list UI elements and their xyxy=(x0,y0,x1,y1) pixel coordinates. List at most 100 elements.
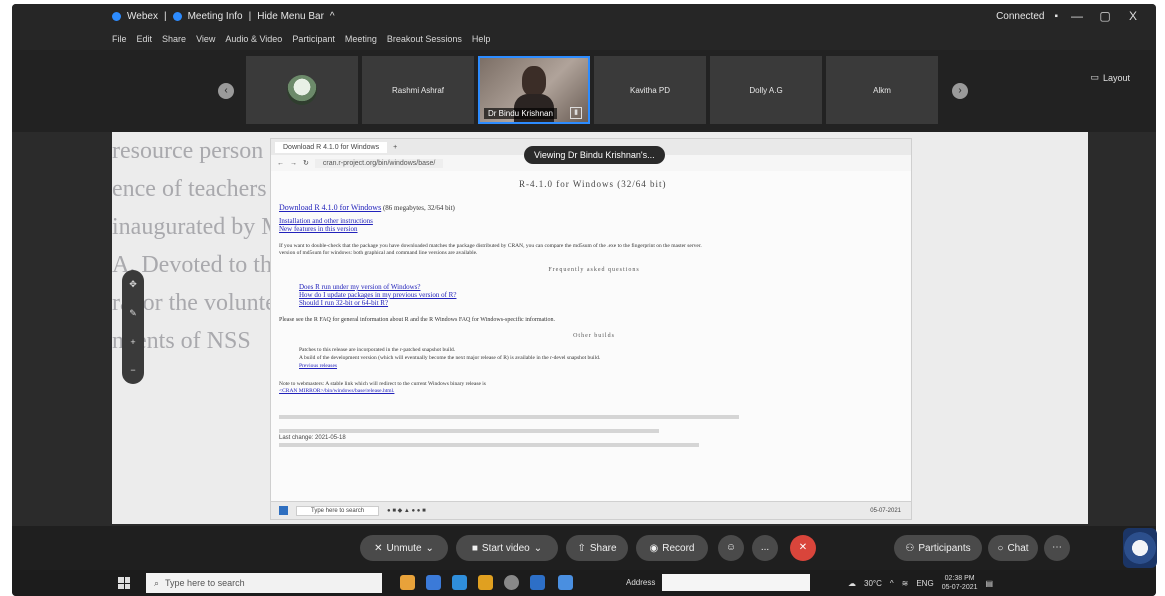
connection-status[interactable]: Connected xyxy=(996,11,1044,22)
meeting-info-button[interactable]: Meeting Info xyxy=(188,11,243,22)
participant-name: Rashmi Ashraf xyxy=(391,85,445,95)
word-icon[interactable] xyxy=(530,575,545,590)
menu-audio-video[interactable]: Audio & Video xyxy=(225,34,282,44)
weather-icon: ☁ xyxy=(848,578,856,588)
end-meeting-button[interactable]: ✕ xyxy=(790,535,816,561)
build-item[interactable]: Patches to this release are incorporated… xyxy=(299,347,455,353)
participant-name: Alkm xyxy=(873,85,891,95)
participant-strip: ‹ Rashmi Ashraf Dr Bindu Krishnan ▮ Kavi… xyxy=(12,50,1156,132)
back-icon[interactable]: ← xyxy=(277,160,284,167)
menu-breakout-sessions[interactable]: Breakout Sessions xyxy=(387,34,462,44)
webex-window: Webex | Meeting Info | Hide Menu Bar ^ C… xyxy=(12,4,1156,596)
other-builds-heading: Other builds xyxy=(573,333,615,339)
next-participants-button[interactable]: › xyxy=(952,83,968,99)
participant-tile[interactable]: Dolly A.G xyxy=(710,56,822,124)
file-explorer-icon[interactable] xyxy=(452,575,467,590)
chevron-down-icon[interactable]: ⌄ xyxy=(426,543,434,554)
faq-heading: Frequently asked questions xyxy=(548,267,640,273)
shared-screen: resource person and all the participants… xyxy=(112,132,1088,524)
faq-link[interactable]: Does R run under my version of Windows? xyxy=(299,283,421,291)
vlc-icon[interactable] xyxy=(478,575,493,590)
share-button[interactable]: ⇧ Share xyxy=(566,535,628,561)
layout-icon: ▭ xyxy=(1090,72,1099,82)
url-field[interactable]: cran.r-project.org/bin/windows/base/ xyxy=(314,158,444,168)
hide-menu-bar-button[interactable]: Hide Menu Bar xyxy=(257,11,324,22)
webex-taskbar-icon[interactable] xyxy=(558,575,573,590)
previous-participants-button[interactable]: ‹ xyxy=(218,83,234,99)
start-video-button[interactable]: ■ Start video ⌄ xyxy=(456,535,558,561)
last-change-text: Last change: 2021-05-18 xyxy=(279,435,346,441)
college-emblem xyxy=(1123,528,1157,568)
notification-icon[interactable]: ▤ xyxy=(986,579,994,588)
participants-button[interactable]: ⚇ Participants xyxy=(894,535,982,561)
pen-icon[interactable]: ✎ xyxy=(129,308,137,319)
reload-icon[interactable]: ↻ xyxy=(303,159,309,167)
close-button[interactable]: X xyxy=(1124,9,1142,23)
menu-participant[interactable]: Participant xyxy=(292,34,335,44)
webmaster-note: Note to webmasters: A stable link which … xyxy=(279,381,486,387)
app-icon[interactable] xyxy=(504,575,519,590)
windows-start-button[interactable] xyxy=(118,577,130,589)
unmute-button[interactable]: ✕ Unmute ⌄ xyxy=(360,535,448,561)
info-icon xyxy=(172,11,182,21)
maximize-button[interactable]: ▢ xyxy=(1096,9,1114,23)
menu-meeting[interactable]: Meeting xyxy=(345,34,377,44)
zoom-in-icon[interactable]: + xyxy=(130,337,135,347)
faq-info-text: Please see the R FAQ for general informa… xyxy=(279,317,556,323)
share-icon: ⇧ xyxy=(577,542,586,554)
participant-tile-active[interactable]: Dr Bindu Krishnan ▮ xyxy=(478,56,590,124)
new-tab-icon[interactable]: + xyxy=(393,144,397,151)
menu-share[interactable]: Share xyxy=(162,34,186,44)
build-item[interactable]: A build of the development version (whic… xyxy=(299,355,600,361)
participant-tile[interactable]: Alkm xyxy=(826,56,938,124)
wifi-icon[interactable]: ≋ xyxy=(902,579,909,588)
download-link[interactable]: Download R 4.1.0 for Windows xyxy=(279,203,381,212)
tray-up-icon[interactable]: ^ xyxy=(890,579,894,588)
browser-tab[interactable]: Download R 4.1.0 for Windows xyxy=(275,141,388,153)
taskbar-clock[interactable]: 02:38 PM 05-07-2021 xyxy=(942,574,978,592)
shared-clock: 05-07-2021 xyxy=(870,507,901,514)
menu-file[interactable]: File xyxy=(112,34,127,44)
menu-help[interactable]: Help xyxy=(472,34,491,44)
forward-icon[interactable]: → xyxy=(290,160,297,167)
address-input[interactable] xyxy=(662,574,810,591)
record-button[interactable]: ◉ Record xyxy=(636,535,708,561)
more-options-button[interactable]: ... xyxy=(752,535,778,561)
previous-releases-link[interactable]: Previous releases xyxy=(299,363,337,369)
faq-link[interactable]: How do I update packages in my previous … xyxy=(299,291,456,299)
title-bar: Webex | Meeting Info | Hide Menu Bar ^ C… xyxy=(12,4,1156,28)
store-icon[interactable] xyxy=(426,575,441,590)
viewing-banner: Viewing Dr Bindu Krishnan's... xyxy=(524,146,665,164)
menu-edit[interactable]: Edit xyxy=(137,34,153,44)
weather-text[interactable]: 30°C xyxy=(864,579,882,588)
faq-link[interactable]: Should I run 32-bit or 64-bit R? xyxy=(299,299,388,307)
participant-avatar xyxy=(287,75,317,105)
participant-tile[interactable]: Rashmi Ashraf xyxy=(362,56,474,124)
checksum-text-2: version of md5sum for windows: both grap… xyxy=(279,250,478,256)
reactions-button[interactable]: ☺ xyxy=(718,535,744,561)
shared-taskbar: Type here to search ● ■ ◆ ▲ ● ● ■ 05-07-… xyxy=(271,501,911,519)
language-indicator[interactable]: ENG xyxy=(916,579,933,588)
chrome-icon[interactable] xyxy=(400,575,415,590)
chevron-up-icon[interactable]: ^ xyxy=(330,11,335,22)
participant-tile[interactable]: Kavitha PD xyxy=(594,56,706,124)
minimize-button[interactable]: — xyxy=(1068,9,1086,23)
menu-bar: File Edit Share View Audio & Video Parti… xyxy=(12,28,1156,50)
panel-options-button[interactable]: ⋯ xyxy=(1044,535,1070,561)
system-tray: ☁ 30°C ^ ≋ ENG 02:38 PM 05-07-2021 ▤ xyxy=(848,570,993,596)
taskbar-search[interactable]: ⌕ Type here to search xyxy=(146,573,382,593)
checksum-text: If you want to double-check that the pac… xyxy=(279,243,702,249)
layout-button[interactable]: ▭ Layout xyxy=(1090,72,1130,83)
menu-view[interactable]: View xyxy=(196,34,215,44)
chevron-down-icon[interactable]: ⌄ xyxy=(534,543,542,554)
pan-icon[interactable]: ✥ xyxy=(129,279,137,290)
release-link[interactable]: <CRAN MIRROR>/bin/windows/base/release.h… xyxy=(279,388,394,394)
page-title: R-4.1.0 for Windows (32/64 bit) xyxy=(519,179,667,189)
participant-name: Dr Bindu Krishnan xyxy=(484,108,557,119)
chat-button[interactable]: ○ Chat xyxy=(988,535,1038,561)
new-features-link[interactable]: New features in this version xyxy=(279,225,358,233)
installation-link[interactable]: Installation and other instructions xyxy=(279,217,373,225)
zoom-out-icon[interactable]: − xyxy=(130,365,135,375)
app-name: Webex xyxy=(127,10,158,22)
participant-tile[interactable] xyxy=(246,56,358,124)
